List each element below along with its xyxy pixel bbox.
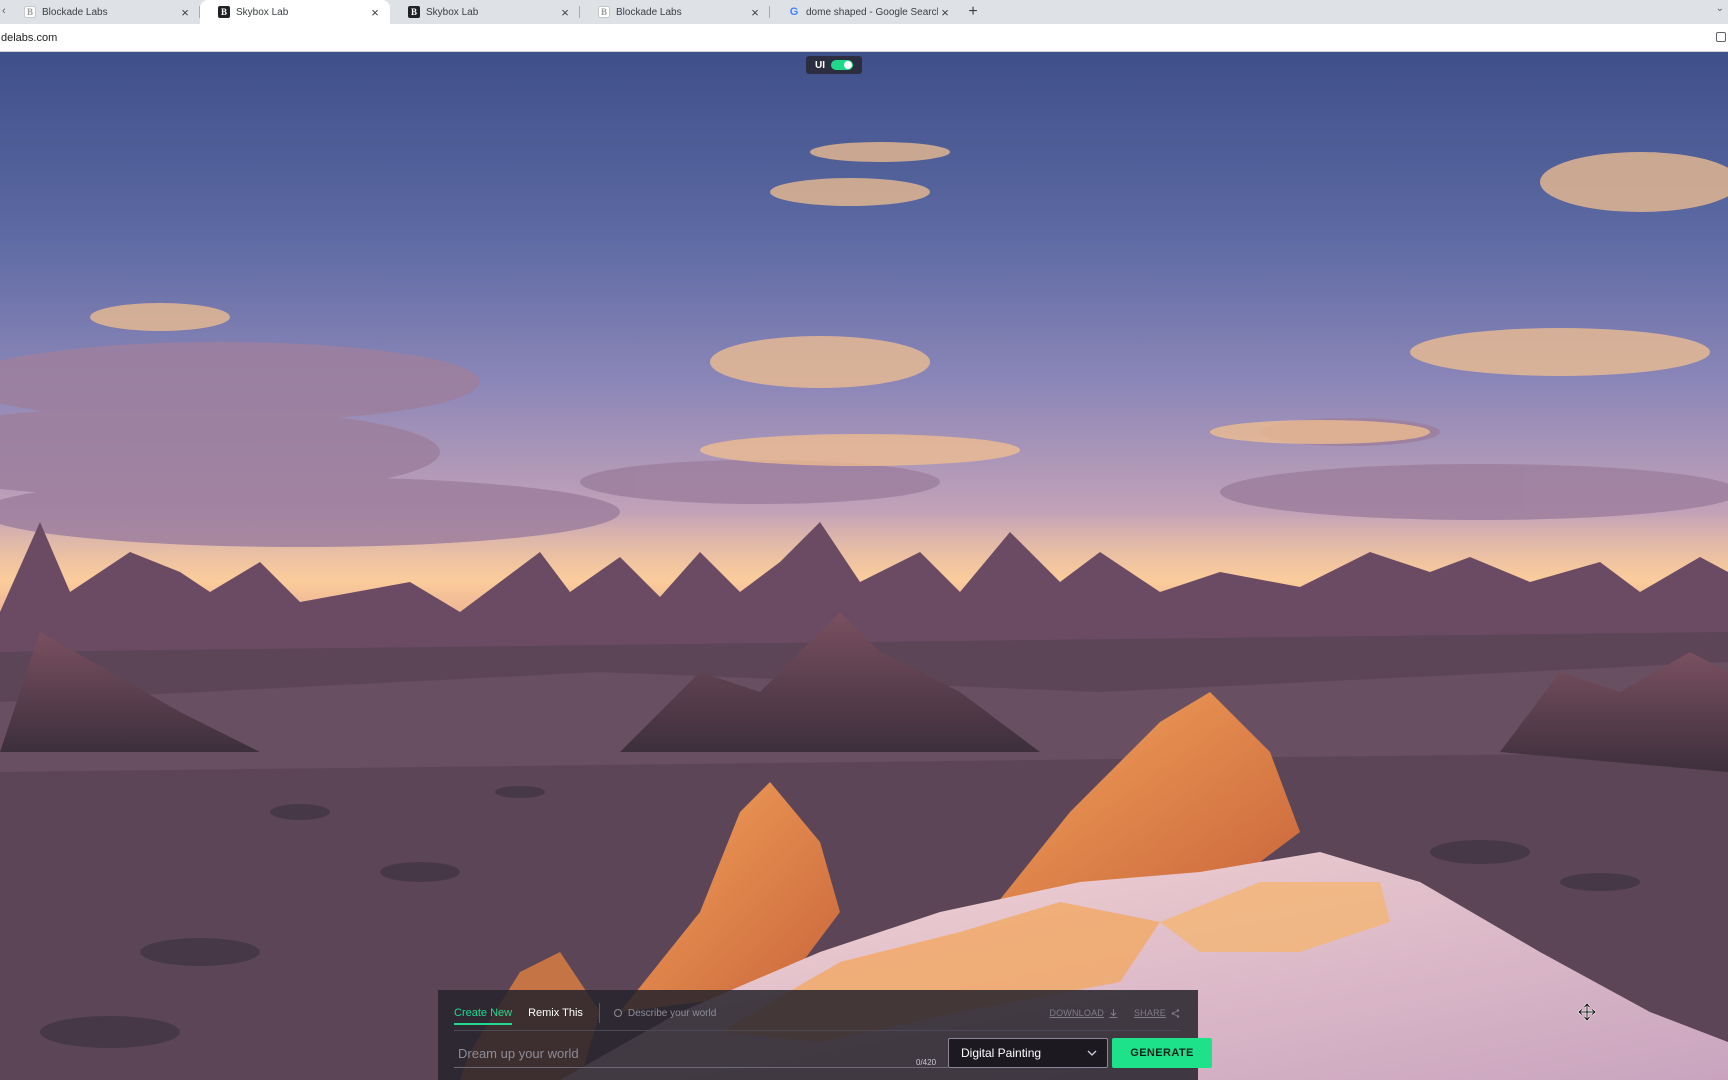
browser-tab[interactable]: G dome shaped - Google Search × (770, 0, 960, 24)
blockade-favicon-icon: B (24, 6, 36, 18)
ui-visibility-toggle[interactable]: UI (806, 56, 862, 74)
move-cursor-icon (1578, 1003, 1596, 1021)
close-tab-icon[interactable]: × (558, 5, 572, 20)
character-counter: 0/420 (916, 1058, 937, 1067)
blockade-favicon-icon: B (408, 6, 420, 18)
prompt-input[interactable] (454, 1040, 948, 1068)
tab-title: Skybox Lab (236, 6, 289, 18)
share-label: SHARE (1133, 1008, 1166, 1018)
skybox-viewport[interactable]: UI (0, 52, 1728, 1080)
address-bar[interactable]: delabs.com (0, 24, 1728, 52)
share-icon (1171, 1008, 1180, 1018)
describe-hint: Describe your world (613, 1007, 717, 1019)
browser-tab[interactable]: B Blockade Labs × (580, 0, 770, 24)
close-tab-icon[interactable]: × (368, 5, 382, 20)
download-icon (1109, 1008, 1118, 1018)
generate-button[interactable]: GENERATE (1112, 1038, 1212, 1068)
share-button[interactable]: SHARE (1134, 1008, 1180, 1018)
tabs-divider (598, 1003, 600, 1023)
download-label: DOWNLOAD (1049, 1008, 1104, 1018)
generate-panel: Create New Remix This Describe your worl… (438, 990, 1212, 1080)
skybox-scene-image (0, 142, 1728, 1080)
download-button[interactable]: DOWNLOAD (1049, 1008, 1118, 1018)
browser-tab[interactable]: B Blockade Labs × (0, 0, 200, 24)
panel-tabs: Create New Remix This Describe your worl… (454, 1003, 717, 1025)
chevron-down-icon (1087, 1050, 1097, 1056)
tab-strip: ‹ B Blockade Labs × B Skybox Lab × B Sky… (0, 0, 1728, 24)
tab-title: Blockade Labs (616, 6, 682, 18)
hint-text: Describe your world (627, 1007, 717, 1019)
toggle-knob (844, 61, 852, 69)
panel-divider (454, 1030, 1180, 1031)
tab-title: Blockade Labs (42, 6, 108, 18)
tab-remix-this[interactable]: Remix This (528, 1007, 583, 1019)
tab-create-new[interactable]: Create New (454, 1007, 513, 1025)
tab-search-chevron-icon[interactable]: ⌄ (1716, 3, 1724, 14)
tab-title: dome shaped - Google Search (806, 6, 938, 18)
ui-toggle-switch[interactable] (831, 60, 853, 70)
url-text[interactable]: delabs.com (0, 32, 57, 44)
tab-title: Skybox Lab (426, 6, 479, 18)
new-tab-button[interactable]: + (960, 0, 986, 24)
google-favicon-icon: G (789, 6, 799, 18)
close-tab-icon[interactable]: × (938, 5, 952, 20)
close-tab-icon[interactable]: × (178, 5, 192, 20)
browser-tab[interactable]: B Skybox Lab × (390, 0, 580, 24)
style-select[interactable]: Digital Painting (948, 1038, 1108, 1068)
style-select-value: Digital Painting (961, 1046, 1042, 1060)
share-page-icon[interactable] (1716, 32, 1726, 42)
browser-tab-active[interactable]: B Skybox Lab × (200, 0, 390, 24)
close-tab-icon[interactable]: × (748, 5, 762, 20)
blockade-favicon-icon: B (218, 6, 230, 18)
ui-toggle-label: UI (815, 59, 825, 71)
panel-actions: DOWNLOAD SHARE (1049, 1008, 1180, 1018)
blockade-favicon-icon: B (598, 6, 610, 18)
info-icon (613, 1009, 622, 1017)
